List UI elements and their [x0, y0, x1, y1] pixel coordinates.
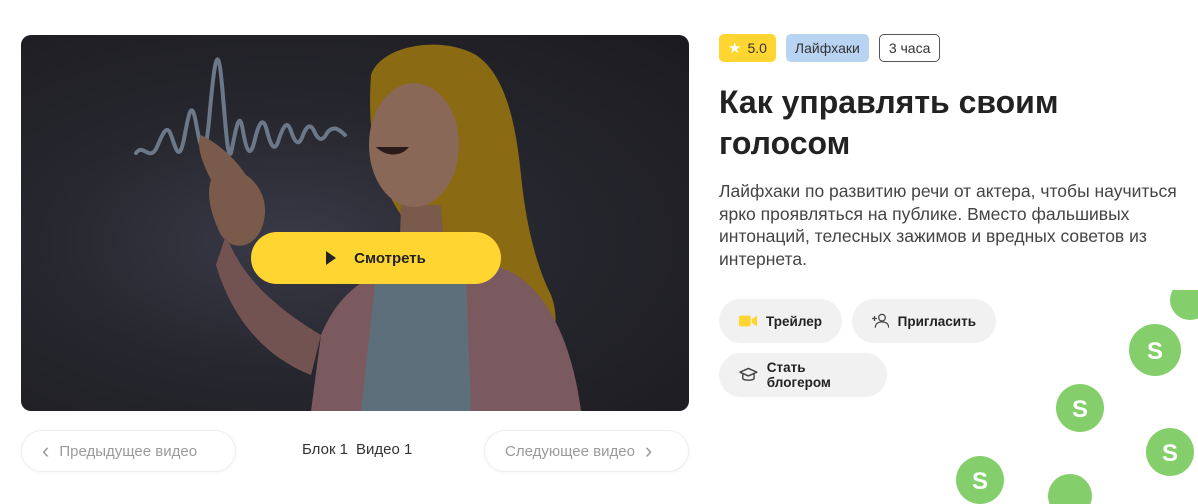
chevron-right-icon: › — [644, 438, 653, 463]
course-title: Как управлять своим голосом — [719, 84, 1059, 161]
video-player[interactable]: Смотреть — [21, 35, 689, 411]
invite-label: Пригласить — [897, 313, 976, 329]
video-label: Видео 1 — [356, 441, 413, 458]
video-camera-icon — [739, 315, 758, 327]
chevron-left-icon: ‹ — [42, 438, 50, 463]
course-page: Смотреть ‹ Предыдущее видео Блок 1 Видео… — [0, 0, 1198, 504]
next-video-label: Следующее видео — [505, 442, 635, 460]
previous-video-button[interactable]: ‹ Предыдущее видео — [21, 430, 236, 472]
trailer-button[interactable]: Трейлер — [719, 299, 842, 343]
play-icon — [326, 251, 337, 265]
duration-badge: 3 часа — [878, 34, 941, 62]
rating-value: 5.0 — [747, 40, 767, 56]
star-icon: ★ — [728, 40, 742, 57]
graduation-cap-icon — [739, 367, 758, 381]
course-tags: ★ 5.0 Лайфхаки 3 часа — [719, 34, 941, 62]
video-illustration — [134, 44, 581, 411]
next-video-button[interactable]: Следующее видео › — [484, 430, 689, 472]
invite-button[interactable]: Пригласить — [852, 299, 996, 343]
become-blogger-label: Стать блогером — [766, 360, 831, 390]
course-description: Лайфхаки по развитию речи от актера, что… — [719, 181, 1177, 269]
category-tag[interactable]: Лайфхаки — [785, 34, 869, 62]
become-blogger-button[interactable]: Стать блогером — [719, 353, 887, 397]
svg-text:S: S — [1147, 338, 1163, 365]
rating-badge: ★ 5.0 — [719, 34, 776, 62]
svg-text:S: S — [1162, 440, 1178, 467]
watch-button-label: Смотреть — [354, 249, 426, 267]
add-user-icon — [872, 313, 889, 328]
previous-video-label: Предыдущее видео — [59, 442, 198, 460]
lesson-position: Блок 1 Видео 1 — [302, 441, 412, 458]
svg-text:S: S — [1072, 396, 1088, 423]
watch-button[interactable]: Смотреть — [251, 232, 501, 284]
svg-text:S: S — [972, 468, 988, 495]
trailer-label: Трейлер — [766, 313, 822, 329]
block-label: Блок 1 — [302, 441, 349, 458]
